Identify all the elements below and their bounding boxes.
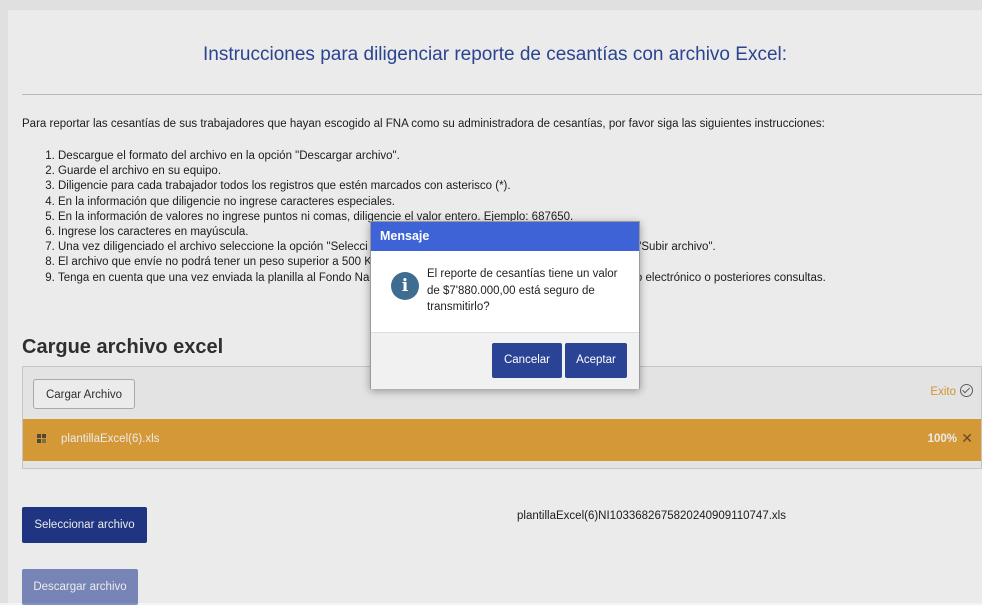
accept-button[interactable]: Aceptar [565,343,627,378]
dialog-title: Mensaje [371,222,639,251]
confirm-dialog: Mensaje i El reporte de cesantías tiene … [370,221,640,389]
cancel-button[interactable]: Cancelar [492,343,562,378]
dialog-message: El reporte de cesantías tiene un valor d… [427,268,618,313]
info-icon: i [391,272,419,300]
dialog-footer: Cancelar Aceptar [371,332,639,389]
